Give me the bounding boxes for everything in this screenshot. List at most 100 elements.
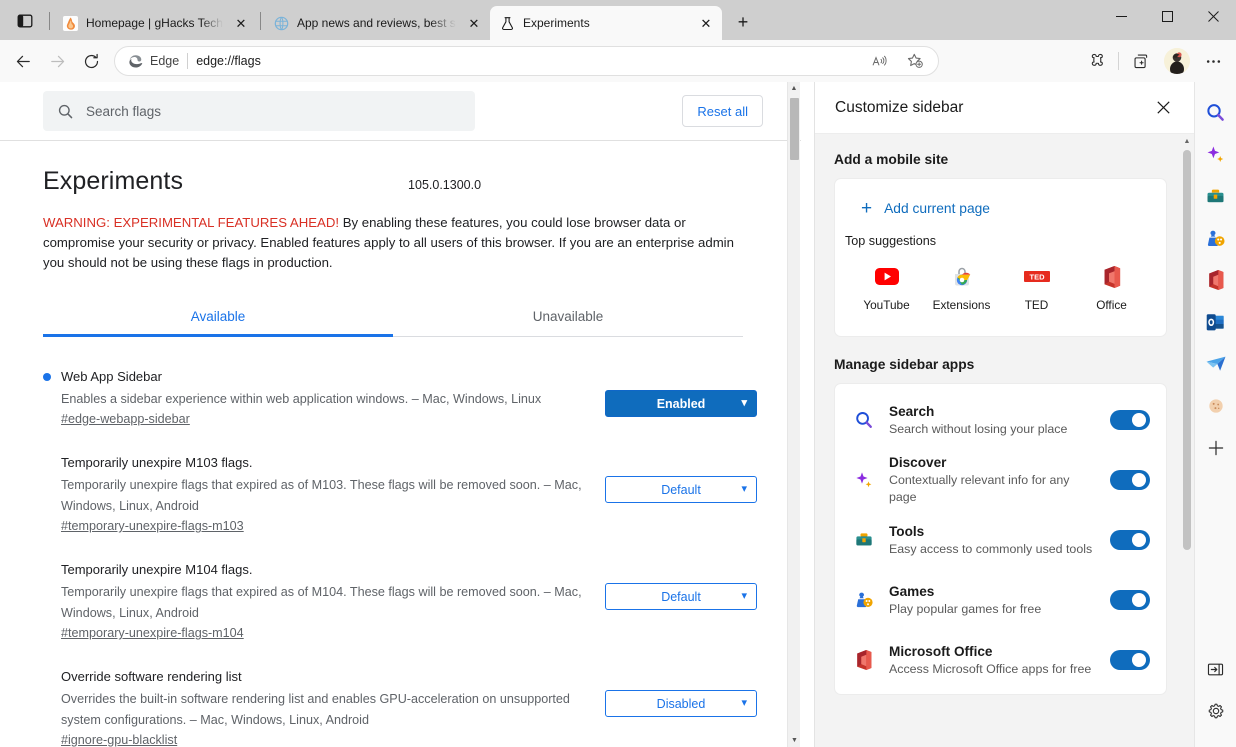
address-bar[interactable]: Edge edge://flags [114,46,939,76]
games-icon [853,589,875,611]
toolbar-right-actions [1079,46,1230,76]
suggestion-ted[interactable]: TED TED [999,258,1074,322]
flag-list: Web App Sidebar Enables a sidebar experi… [43,337,777,747]
forward-button[interactable] [40,46,74,76]
tab-unavailable[interactable]: Unavailable [393,299,743,336]
app-name: Tools [889,523,925,539]
sidebar-settings-gear-icon[interactable] [1200,695,1232,727]
sidebar-icon-rail [1194,82,1236,747]
sidepanel-scroll-up-arrow[interactable]: ▲ [1180,134,1194,148]
suggestion-label: TED [1024,298,1049,312]
browser-tab-0[interactable]: Homepage | gHacks Technology ✕ [53,6,257,40]
scroll-up-arrow[interactable]: ▲ [788,82,800,95]
search-placeholder-text: Search flags [86,103,162,119]
page-scroll-thumb[interactable] [790,98,799,160]
flag-state-select[interactable]: Default ▾ [605,583,757,610]
browser-tab-2[interactable]: Experiments ✕ [490,6,722,40]
app-name: Microsoft Office [889,643,993,659]
flag-id-link[interactable]: #edge-webapp-sidebar [61,412,190,426]
rail-cookie-icon[interactable] [1200,390,1232,422]
suggestion-youtube[interactable]: YouTube [849,258,924,322]
tab-search-icon[interactable] [6,4,44,38]
suggestions-grid: YouTube Extensions TED TED Office [835,252,1166,336]
rail-office-icon[interactable] [1200,264,1232,296]
tab-close-button[interactable]: ✕ [464,13,484,33]
minimize-button[interactable] [1098,0,1144,32]
refresh-button[interactable] [74,46,108,76]
office-glyph [1208,270,1223,290]
app-row-microsoft-office: Microsoft Office Access Microsoft Office… [835,630,1166,690]
flag-state-value: Default [661,482,701,497]
add-mobile-site-card: + Add current page Top suggestions YouTu… [834,178,1167,337]
rail-discover-sparkle-icon[interactable] [1200,138,1232,170]
flag-id-link[interactable]: #ignore-gpu-blacklist [61,733,177,747]
app-toggle[interactable] [1110,650,1150,670]
rail-bottom-group [1200,653,1232,747]
profile-avatar[interactable] [1164,48,1190,74]
top-suggestions-label: Top suggestions [845,234,937,248]
app-toggle[interactable] [1110,410,1150,430]
rail-games-icon[interactable] [1200,222,1232,254]
flag-state-select[interactable]: Default ▾ [605,476,757,503]
flag-name: Override software rendering list [61,669,242,684]
chevron-down-icon: ▾ [741,397,747,409]
add-current-page-label: Add current page [884,201,990,216]
toggle-knob [1132,533,1146,547]
rail-outlook-icon[interactable] [1200,306,1232,338]
app-toggle[interactable] [1110,470,1150,490]
outlook-glyph [1206,313,1224,330]
search-icon [58,104,73,118]
browser-tab-1[interactable]: App news and reviews, best soft ✕ [264,6,490,40]
app-row-games: Games Play popular games for free [835,570,1166,630]
expand-sidebar-icon[interactable] [1200,653,1232,685]
flag-state-select[interactable]: Enabled ▾ [605,390,757,417]
flag-id-link[interactable]: #temporary-unexpire-flags-m104 [61,626,244,640]
scroll-down-arrow[interactable]: ▼ [788,734,801,747]
app-toggle[interactable] [1110,530,1150,550]
close-window-button[interactable] [1190,0,1236,32]
add-favorite-icon[interactable] [898,46,932,76]
tab-close-button[interactable]: ✕ [231,13,251,33]
app-toggle[interactable] [1110,590,1150,610]
flag-select-wrapper: Enabled ▾ [605,390,757,417]
back-arrow-icon [16,55,30,67]
maximize-button[interactable] [1144,0,1190,32]
tab-available[interactable]: Available [43,299,393,337]
address-url-text: edge://flags [196,54,261,68]
chevron-down-icon: ▾ [741,483,747,495]
new-tab-button[interactable]: + [728,7,758,37]
add-current-page-button[interactable]: + Add current page [835,179,1166,234]
app-description: Easy access to commonly used tools [889,541,1093,556]
collections-icon[interactable] [1124,46,1158,76]
flag-state-select[interactable]: Disabled ▾ [605,690,757,717]
tab-divider-1 [260,12,261,30]
star-plus-glyph [907,53,923,68]
sidepanel-scroll-thumb[interactable] [1183,150,1191,550]
flag-id-link[interactable]: #temporary-unexpire-flags-m103 [61,519,244,533]
page-scrollbar[interactable]: ▲ ▼ [787,82,800,747]
close-icon[interactable] [1148,93,1178,123]
settings-and-more-button[interactable] [1196,46,1230,76]
sidepanel-title: Customize sidebar [835,98,964,116]
suggestion-extensions[interactable]: Extensions [924,258,999,322]
extensions-icon[interactable] [1079,46,1113,76]
globe-icon [273,15,289,31]
rail-drop-icon[interactable] [1200,348,1232,380]
cookie-glyph [1208,399,1223,413]
rail-search-icon[interactable] [1200,96,1232,128]
toggle-knob [1132,473,1146,487]
rail-add-app-button[interactable] [1200,432,1232,464]
read-aloud-icon[interactable] [862,46,896,76]
avatar-image [1164,48,1190,74]
flag-row: Temporarily unexpire M103 flags. Tempora… [43,441,777,548]
suggestion-office[interactable]: Office [1074,258,1149,322]
search-input[interactable]: Search flags [43,91,475,131]
sidepanel-scrollbar[interactable]: ▲ [1180,134,1194,747]
back-button[interactable] [6,46,40,76]
tab-close-button[interactable]: ✕ [696,13,716,33]
flag-info: Temporarily unexpire M104 flags. Tempora… [43,561,583,642]
rail-toolbox-icon[interactable] [1200,180,1232,212]
reset-all-button[interactable]: Reset all [682,95,763,127]
flag-info: Temporarily unexpire M103 flags. Tempora… [43,454,583,535]
discover-sparkle-icon [853,469,875,491]
